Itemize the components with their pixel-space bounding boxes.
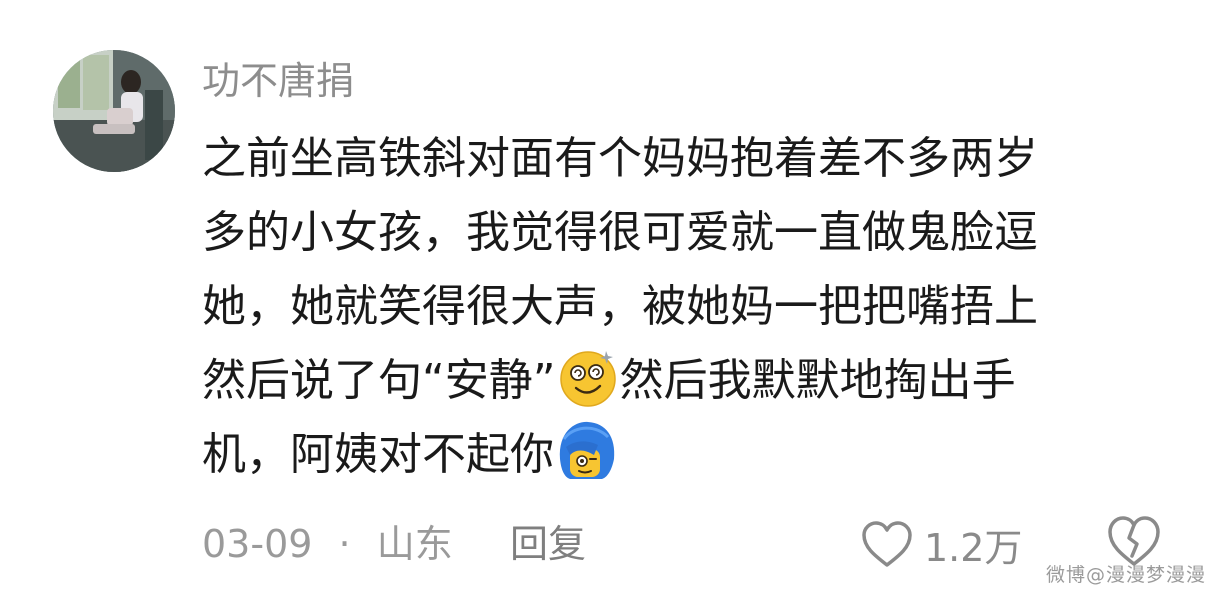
reply-button[interactable]: 回复	[510, 518, 586, 570]
comment-text-segment: 然后我默默地掏出手	[619, 355, 1016, 406]
meta-separator: ·	[338, 522, 351, 566]
comment-location: 山东	[376, 522, 453, 566]
heart-icon	[862, 521, 912, 567]
like-button[interactable]: 1.2万	[860, 516, 1022, 572]
comment-line: 之前坐高铁斜对面有个妈妈抱着差不多两岁	[202, 133, 1038, 184]
comment-card: 功不唐捐 之前坐高铁斜对面有个妈妈抱着差不多两岁 多的小女孩，我觉得很可爱就一直…	[0, 0, 1224, 603]
blue-hair-face-emoji-icon	[554, 419, 618, 483]
comment-date: 03-09	[202, 522, 313, 566]
comment-meta: 03-09 · 山东	[202, 518, 453, 570]
avatar-photo	[53, 50, 175, 172]
comment-text: 之前坐高铁斜对面有个妈妈抱着差不多两岁 多的小女孩，我觉得很可爱就一直做鬼脸逗 …	[202, 122, 1192, 492]
comment-line-with-emoji: 机，阿姨对不起你	[202, 418, 1192, 492]
watermark: 微博@漫漫梦漫漫	[1045, 564, 1206, 586]
like-count: 1.2万	[924, 525, 1023, 570]
comment-text-segment: 机，阿姨对不起你	[202, 429, 554, 480]
comment-line: 多的小女孩，我觉得很可爱就一直做鬼脸逗	[202, 207, 1038, 258]
avatar[interactable]	[53, 50, 175, 172]
dizzy-smile-emoji-icon	[556, 345, 620, 409]
comment-line: 她，她就笑得很大声，被她妈一把把嘴捂上	[202, 281, 1038, 332]
comment-line-with-emoji: 然后说了句“安静” 然后我默默地掏出手	[202, 344, 1192, 418]
comment-text-segment: 然后说了句“安静”	[202, 355, 556, 406]
comment-author[interactable]: 功不唐捐	[202, 58, 354, 104]
